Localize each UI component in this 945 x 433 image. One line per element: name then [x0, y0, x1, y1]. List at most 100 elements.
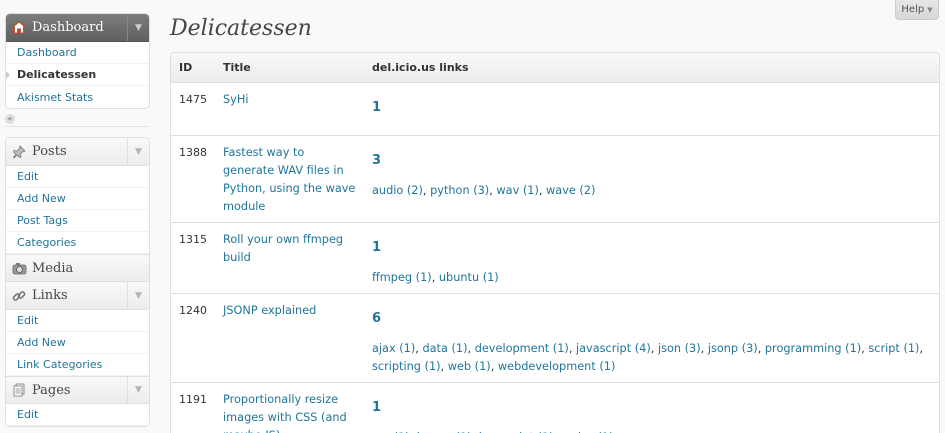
tag-separator: , — [700, 341, 708, 355]
delicious-links-cell: 3 audio (2), python (3), wav (1), wave (2… — [364, 135, 939, 223]
tag-separator: , — [568, 341, 576, 355]
tag-list: audio (2), python (3), wav (1), wave (2) — [372, 182, 931, 200]
post-title-link[interactable]: Proportionally resize images with CSS (a… — [223, 393, 347, 433]
triangle-down-icon[interactable]: ▼ — [127, 377, 149, 403]
post-id: 1315 — [171, 222, 215, 294]
menu-title-pages: Pages — [32, 382, 71, 398]
tag-list: ffmpeg (1), ubuntu (1) — [372, 269, 931, 287]
tag-separator: , — [538, 183, 547, 197]
tag-link[interactable]: wav (1) — [496, 184, 538, 197]
submenu-item-akismet-stats[interactable]: Akismet Stats — [6, 86, 149, 108]
table-row: 1388 Fastest way to generate WAV files in… — [171, 135, 939, 223]
post-title-cell: Proportionally resize images with CSS (a… — [215, 382, 364, 433]
post-title-link[interactable]: SyHi — [223, 93, 249, 106]
tag-separator: , — [757, 341, 765, 355]
table-row: 1475 SyHi 1 — [171, 82, 939, 136]
pages-icon — [6, 383, 32, 397]
tag-link[interactable]: data (1) — [422, 342, 467, 355]
house-icon — [6, 21, 32, 34]
help-label: Help — [901, 4, 925, 15]
admin-menu: Dashboard ▼ Dashboard Delicatessen Akism… — [5, 13, 150, 427]
page-title: Delicatessen — [170, 16, 312, 41]
submenu-item-dashboard[interactable]: Dashboard — [6, 42, 149, 64]
menu-collapse-row: « — [5, 111, 150, 127]
delicious-count-link[interactable]: 6 — [372, 310, 931, 328]
menu-title-dashboard: Dashboard — [32, 20, 104, 35]
submenu-item-delicatessen[interactable]: Delicatessen — [6, 64, 149, 86]
tag-link[interactable]: python (3) — [430, 184, 489, 197]
delicious-count-link[interactable]: 1 — [372, 239, 931, 257]
table-row: 1315 Roll your own ffmpeg build 1 ffmpeg (1… — [171, 222, 939, 294]
menu-title-media: Media — [32, 260, 74, 276]
tag-link[interactable]: scripting (1) — [372, 360, 441, 373]
submenu-posts: Edit Add New Post Tags Categories — [6, 166, 149, 254]
tag-separator: , — [440, 359, 448, 373]
tag-link[interactable]: webdevelopment (1) — [498, 360, 615, 373]
tag-link[interactable]: json (3) — [658, 342, 701, 355]
delicious-count-link[interactable]: 3 — [372, 152, 931, 170]
triangle-down-icon[interactable]: ▼ — [127, 14, 149, 41]
post-title-link[interactable]: JSONP explained — [223, 304, 316, 317]
collapse-menu-icon[interactable]: « — [5, 113, 15, 124]
post-title-link[interactable]: Roll your own ffmpeg build — [223, 233, 343, 264]
submenu-dashboard: Dashboard Delicatessen Akismet Stats — [6, 42, 149, 108]
submenu-item-posts-add-new[interactable]: Add New — [6, 188, 149, 210]
submenu-item-posts-edit[interactable]: Edit — [6, 166, 149, 188]
submenu-item-links-edit[interactable]: Edit — [6, 310, 149, 332]
camera-icon — [6, 262, 32, 275]
table-row: 1191 Proportionally resize images with CS… — [171, 382, 939, 433]
pushpin-icon — [6, 144, 32, 159]
tag-link[interactable]: javascript (4) — [576, 342, 651, 355]
tag-link[interactable]: programming (1) — [765, 342, 861, 355]
table-row: 1240 JSONP explained 6 ajax (1), data (1), … — [171, 293, 939, 383]
tag-link[interactable]: script (1) — [868, 342, 919, 355]
submenu-pages: Edit — [6, 404, 149, 426]
tag-separator: , — [431, 270, 439, 284]
menu-content: Posts ▼ Edit Add New Post Tags Categorie… — [5, 137, 150, 427]
tag-link[interactable]: ajax (1) — [372, 342, 415, 355]
triangle-down-icon[interactable]: ▼ — [127, 138, 149, 165]
post-title-link[interactable]: Fastest way to generate WAV files in Pyt… — [223, 146, 355, 213]
menu-title-posts: Posts — [32, 144, 67, 159]
submenu-item-categories[interactable]: Categories — [6, 232, 149, 254]
tag-list: css (1), image (1), javascript (1), resi… — [372, 429, 931, 433]
submenu-item-post-tags[interactable]: Post Tags — [6, 210, 149, 232]
triangle-down-icon[interactable]: ▼ — [127, 282, 149, 309]
tag-separator: , — [467, 341, 475, 355]
tag-separator: , — [650, 341, 658, 355]
submenu-item-links-add-new[interactable]: Add New — [6, 332, 149, 354]
tag-link[interactable]: audio (2) — [372, 184, 423, 197]
submenu-item-link-categories[interactable]: Link Categories — [6, 354, 149, 376]
tag-separator: , — [490, 359, 498, 373]
help-button[interactable]: Help ▼ — [895, 0, 939, 20]
menu-head-links[interactable]: Links ▼ — [6, 282, 149, 310]
delicious-links-cell: 1 ffmpeg (1), ubuntu (1) — [364, 222, 939, 294]
post-id: 1191 — [171, 382, 215, 433]
column-header-id[interactable]: ID — [171, 53, 215, 83]
post-id: 1240 — [171, 293, 215, 383]
menu-head-media[interactable]: Media — [6, 254, 149, 282]
tag-link[interactable]: jsonp (3) — [708, 342, 758, 355]
post-title-cell: Fastest way to generate WAV files in Pyt… — [215, 135, 364, 223]
column-header-links[interactable]: del.icio.us links — [364, 53, 939, 83]
delicious-links-cell: 1 css (1), image (1), javascript (1), res… — [364, 382, 939, 433]
post-title-cell: JSONP explained — [215, 293, 364, 383]
menu-head-dashboard[interactable]: Dashboard ▼ — [6, 14, 149, 42]
menu-title-links: Links — [32, 288, 68, 303]
delicious-count-link[interactable]: 1 — [372, 99, 931, 117]
menu-head-posts[interactable]: Posts ▼ — [6, 138, 149, 166]
tag-link[interactable]: development (1) — [475, 342, 569, 355]
column-header-title[interactable]: Title — [215, 53, 364, 83]
submenu-item-pages-edit[interactable]: Edit — [6, 404, 149, 426]
tag-link[interactable]: ffmpeg (1) — [372, 271, 432, 284]
tag-link[interactable]: wave (2) — [546, 184, 595, 197]
menu-head-pages[interactable]: Pages ▼ — [6, 376, 149, 404]
tag-link[interactable]: ubuntu (1) — [439, 271, 499, 284]
post-id: 1388 — [171, 135, 215, 223]
tag-link[interactable]: web (1) — [448, 360, 491, 373]
delicious-count-link[interactable]: 1 — [372, 399, 931, 417]
chain-link-icon — [6, 289, 32, 303]
tag-list: ajax (1), data (1), development (1), jav… — [372, 340, 931, 376]
tag-separator: , — [919, 341, 924, 355]
post-title-cell: SyHi — [215, 82, 364, 136]
